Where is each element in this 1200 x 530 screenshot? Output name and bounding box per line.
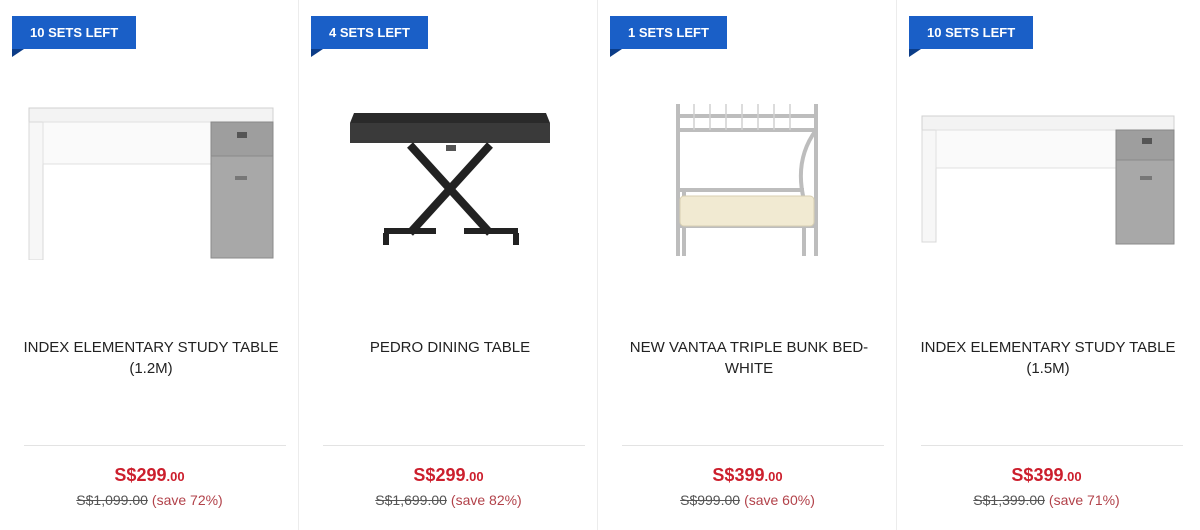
original-price-row: S$1,399.00 (save 71%) bbox=[897, 492, 1196, 508]
sale-price-cents: .00 bbox=[465, 469, 484, 484]
sale-price-cents: .00 bbox=[166, 469, 185, 484]
original-price: S$1,699.00 bbox=[375, 492, 447, 508]
study-table-image bbox=[921, 115, 1175, 245]
save-percent: (save 82%) bbox=[450, 492, 522, 508]
product-name-line1: NEW VANTAA TRIPLE BUNK BED- bbox=[629, 339, 869, 356]
sale-price-cents: .00 bbox=[764, 469, 783, 484]
bunk-bed-image bbox=[676, 104, 818, 256]
sale-price: S$299.00 bbox=[0, 465, 299, 486]
product-name[interactable]: INDEX ELEMENTARY STUDY TABLE (1.5M) bbox=[915, 337, 1181, 379]
product-card[interactable]: 1 SETS LEFT NEW VANTAA TRIPLE BUNK BED- … bbox=[598, 0, 897, 530]
product-name[interactable]: PEDRO DINING TABLE bbox=[317, 337, 583, 358]
sale-price-cents: .00 bbox=[1063, 469, 1082, 484]
product-name-line2: WHITE bbox=[724, 360, 774, 377]
sale-price-main: S$299 bbox=[114, 465, 167, 485]
product-image[interactable] bbox=[319, 80, 581, 280]
sale-price-main: S$399 bbox=[712, 465, 765, 485]
original-price: S$1,399.00 bbox=[973, 492, 1045, 508]
product-card[interactable]: 10 SETS LEFT INDEX ELEMENTARY STUDY TABL… bbox=[0, 0, 299, 530]
product-name[interactable]: INDEX ELEMENTARY STUDY TABLE (1.2M) bbox=[18, 337, 284, 379]
sale-price: S$299.00 bbox=[299, 465, 598, 486]
product-name-line1: INDEX ELEMENTARY STUDY TABLE bbox=[23, 339, 279, 356]
sale-price: S$399.00 bbox=[598, 465, 897, 486]
product-image[interactable] bbox=[618, 80, 880, 280]
sale-price: S$399.00 bbox=[897, 465, 1196, 486]
product-name[interactable]: NEW VANTAA TRIPLE BUNK BED- WHITE bbox=[616, 337, 882, 379]
original-price-row: S$1,099.00 (save 72%) bbox=[0, 492, 299, 508]
product-name-line2: (1.2M) bbox=[129, 360, 173, 377]
product-card[interactable]: 4 SETS LEFT PEDRO DINING TABLE S$299.00 bbox=[299, 0, 598, 530]
save-percent: (save 72%) bbox=[151, 492, 223, 508]
stock-badge: 10 SETS LEFT bbox=[909, 16, 1034, 57]
product-name-line2: (1.5M) bbox=[1026, 360, 1070, 377]
divider bbox=[921, 445, 1183, 446]
study-table-image bbox=[28, 107, 274, 260]
stock-badge: 4 SETS LEFT bbox=[311, 16, 428, 57]
product-name-line1: INDEX ELEMENTARY STUDY TABLE bbox=[920, 339, 1176, 356]
save-percent: (save 60%) bbox=[744, 492, 815, 508]
product-grid: 10 SETS LEFT INDEX ELEMENTARY STUDY TABL… bbox=[0, 0, 1200, 530]
stock-badge: 10 SETS LEFT bbox=[12, 16, 137, 57]
original-price: S$999.00 bbox=[680, 492, 741, 508]
divider bbox=[622, 445, 884, 446]
original-price-row: S$1,699.00 (save 82%) bbox=[299, 492, 598, 508]
original-price: S$1,099.00 bbox=[76, 492, 148, 508]
product-image[interactable] bbox=[917, 80, 1179, 280]
sale-price-main: S$299 bbox=[413, 465, 466, 485]
product-image[interactable] bbox=[20, 80, 282, 280]
divider bbox=[24, 445, 286, 446]
divider bbox=[323, 445, 585, 446]
stock-badge: 1 SETS LEFT bbox=[610, 16, 727, 57]
product-card[interactable]: 10 SETS LEFT INDEX ELEMENTARY STUDY TABL… bbox=[897, 0, 1200, 530]
original-price-row: S$999.00 (save 60%) bbox=[598, 492, 897, 508]
product-name-line1: PEDRO DINING TABLE bbox=[369, 339, 531, 356]
dining-table-image bbox=[350, 113, 550, 245]
sale-price-main: S$399 bbox=[1011, 465, 1064, 485]
save-percent: (save 71%) bbox=[1048, 492, 1120, 508]
